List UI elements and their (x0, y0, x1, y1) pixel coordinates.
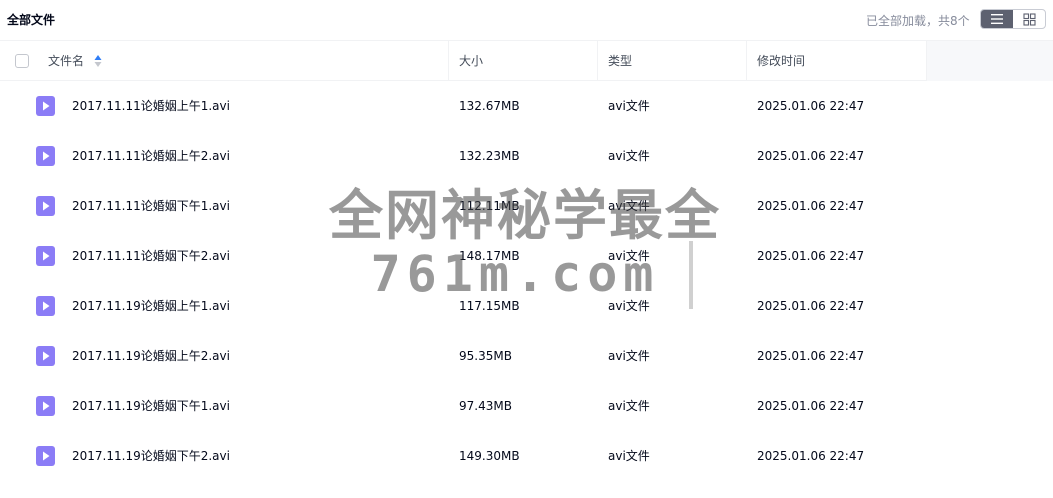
file-modified-time: 2025.01.06 22:47 (757, 149, 865, 163)
column-divider[interactable] (746, 41, 747, 81)
column-header-size[interactable]: 大小 (459, 41, 483, 81)
loaded-count-text: 已全部加载，共8个 (866, 14, 970, 28)
table-row[interactable]: 2017.11.19论婚姻下午2.avi 149.30MB avi文件 2025… (0, 431, 1053, 481)
select-all-checkbox[interactable] (15, 54, 29, 68)
sort-ascending-icon[interactable] (94, 54, 102, 68)
file-size: 97.43MB (459, 399, 512, 413)
file-type: avi文件 (608, 149, 650, 163)
table-row[interactable]: 2017.11.11论婚姻下午2.avi 148.17MB avi文件 2025… (0, 231, 1053, 281)
file-type: avi文件 (608, 449, 650, 463)
file-type: avi文件 (608, 299, 650, 313)
file-modified-time: 2025.01.06 22:47 (757, 199, 865, 213)
file-type: avi文件 (608, 249, 650, 263)
video-file-icon (36, 246, 55, 266)
table-header: 文件名 大小 类型 修改时间 (0, 40, 1053, 81)
file-size: 132.23MB (459, 149, 520, 163)
file-modified-time: 2025.01.06 22:47 (757, 299, 865, 313)
video-file-icon (36, 196, 55, 216)
file-modified-time: 2025.01.06 22:47 (757, 449, 865, 463)
column-divider[interactable] (448, 41, 449, 81)
file-name[interactable]: 2017.11.11论婚姻下午2.avi (72, 231, 230, 281)
column-header-modified[interactable]: 修改时间 (757, 41, 805, 81)
breadcrumb-all-files[interactable]: 全部文件 (7, 11, 55, 28)
video-file-icon (36, 96, 55, 116)
file-name[interactable]: 2017.11.19论婚姻上午2.avi (72, 331, 230, 381)
table-row[interactable]: 2017.11.11论婚姻上午1.avi 132.67MB avi文件 2025… (0, 81, 1053, 131)
file-size: 117.15MB (459, 299, 520, 313)
list-view-button[interactable] (981, 10, 1013, 28)
file-modified-time: 2025.01.06 22:47 (757, 249, 865, 263)
file-size: 148.17MB (459, 249, 520, 263)
file-type: avi文件 (608, 199, 650, 213)
file-name[interactable]: 2017.11.19论婚姻下午1.avi (72, 381, 230, 431)
video-file-icon (36, 446, 55, 466)
file-modified-time: 2025.01.06 22:47 (757, 349, 865, 363)
table-row[interactable]: 2017.11.19论婚姻上午1.avi 117.15MB avi文件 2025… (0, 281, 1053, 331)
table-row[interactable]: 2017.11.19论婚姻下午1.avi 97.43MB avi文件 2025.… (0, 381, 1053, 431)
column-header-type[interactable]: 类型 (608, 41, 632, 81)
grid-icon (1022, 12, 1036, 26)
view-mode-switch (980, 9, 1046, 29)
file-type: avi文件 (608, 99, 650, 113)
table-row[interactable]: 2017.11.19论婚姻上午2.avi 95.35MB avi文件 2025.… (0, 331, 1053, 381)
file-name[interactable]: 2017.11.11论婚姻上午2.avi (72, 131, 230, 181)
column-header-name[interactable]: 文件名 (48, 41, 84, 81)
list-icon (991, 14, 1003, 24)
file-size: 149.30MB (459, 449, 520, 463)
file-name[interactable]: 2017.11.19论婚姻下午2.avi (72, 431, 230, 481)
file-modified-time: 2025.01.06 22:47 (757, 399, 865, 413)
video-file-icon (36, 146, 55, 166)
file-size: 132.67MB (459, 99, 520, 113)
file-size: 95.35MB (459, 349, 512, 363)
file-type: avi文件 (608, 349, 650, 363)
file-name[interactable]: 2017.11.11论婚姻下午1.avi (72, 181, 230, 231)
file-list: 2017.11.11论婚姻上午1.avi 132.67MB avi文件 2025… (0, 81, 1053, 481)
file-name[interactable]: 2017.11.11论婚姻上午1.avi (72, 81, 230, 131)
column-divider[interactable] (597, 41, 598, 81)
grid-view-button[interactable] (1013, 10, 1045, 28)
file-type: avi文件 (608, 399, 650, 413)
video-file-icon (36, 296, 55, 316)
video-file-icon (36, 346, 55, 366)
header-filler (927, 41, 1053, 81)
table-row[interactable]: 2017.11.11论婚姻上午2.avi 132.23MB avi文件 2025… (0, 131, 1053, 181)
video-file-icon (36, 396, 55, 416)
table-row[interactable]: 2017.11.11论婚姻下午1.avi 112.11MB avi文件 2025… (0, 181, 1053, 231)
file-name[interactable]: 2017.11.19论婚姻上午1.avi (72, 281, 230, 331)
file-modified-time: 2025.01.06 22:47 (757, 99, 865, 113)
top-bar: 全部文件 已全部加载，共8个 (0, 0, 1053, 40)
file-size: 112.11MB (459, 199, 520, 213)
